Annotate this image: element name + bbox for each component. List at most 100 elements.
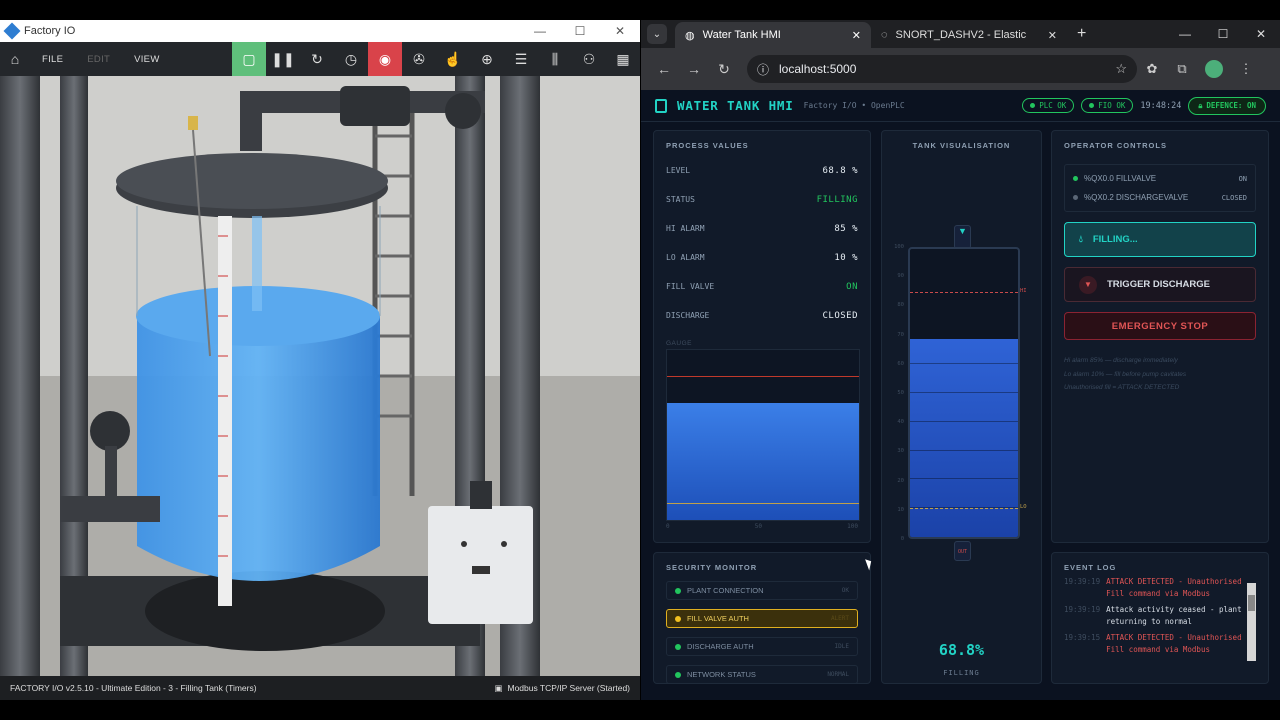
profile-avatar[interactable] xyxy=(1205,60,1223,78)
fio-menubar: ⌂ FILE EDIT VIEW ▢ ❚❚ ↻ ◷ ◉ ✇ ☝ ⊕ ☰ ⫼ ⚇ … xyxy=(0,42,640,76)
process-value-row: STATUS FILLING xyxy=(666,185,858,214)
event-log-entry: 19:39:19 ATTACK DETECTED - Unauthorised … xyxy=(1064,576,1244,600)
hmi-clock: 19:48:24 xyxy=(1140,100,1182,111)
event-log-scrollbar[interactable] xyxy=(1247,583,1256,661)
tank-band-line xyxy=(910,420,1018,422)
emergency-stop-button[interactable]: EMERGENCY STOP xyxy=(1064,312,1256,340)
3d-scene-viewport[interactable] xyxy=(0,76,640,696)
sensor-icon[interactable]: ✇ xyxy=(402,42,436,76)
note-line: Unauthorised fill = ATTACK DETECTED xyxy=(1064,384,1180,391)
fio-window-title: Factory IO xyxy=(24,25,76,37)
security-state: OK xyxy=(841,587,849,594)
process-value-label: FILL VALVE xyxy=(666,282,715,291)
tab-search-icon[interactable]: ⌄ xyxy=(647,24,667,44)
tab-water-tank-hmi[interactable]: ◍ Water Tank HMI ✕ xyxy=(675,22,871,48)
factory-io-logo-icon xyxy=(3,22,21,40)
kebab-menu-icon[interactable]: ⋮ xyxy=(1231,61,1261,77)
touch-icon[interactable]: ☝ xyxy=(436,42,470,76)
process-value-value: ON xyxy=(846,281,858,292)
tab-label: SNORT_DASHV2 - Elastic xyxy=(895,29,1027,41)
list-icon[interactable]: ☰ xyxy=(504,42,538,76)
people-icon[interactable]: ⚇ xyxy=(572,42,606,76)
tank-band-line xyxy=(910,363,1018,365)
menu-edit[interactable]: EDIT xyxy=(75,54,122,65)
note-line: Hi alarm 85% — discharge immediately xyxy=(1064,357,1178,364)
timer-icon[interactable]: ◷ xyxy=(334,42,368,76)
puzzle-icon[interactable]: ⧉ xyxy=(1167,61,1197,77)
discharge-button-label: TRIGGER DISCHARGE xyxy=(1107,279,1210,290)
tank-band-line xyxy=(910,449,1018,451)
drivers-icon[interactable]: ⫼ xyxy=(538,42,572,76)
tab-label: Water Tank HMI xyxy=(702,29,781,41)
address-bar[interactable]: ⓘ localhost:5000 ☆ xyxy=(747,55,1137,83)
maximize-icon[interactable]: ☐ xyxy=(1204,27,1242,48)
fio-titlebar: Factory IO — ☐ ✕ xyxy=(0,20,640,42)
process-values-panel: PROCESS VALUES LEVEL 68.8 % STATUS FILLING H… xyxy=(653,130,871,543)
tab-close-icon[interactable]: ✕ xyxy=(1048,29,1057,42)
process-value-row: FILL VALVE ON xyxy=(666,272,858,301)
status-dot xyxy=(675,587,681,594)
fill-button-label: FILLING... xyxy=(1092,234,1138,245)
new-tab-icon[interactable]: + xyxy=(1077,25,1086,43)
panel-title: TANK VISUALISATION xyxy=(912,141,1011,150)
trigger-discharge-button[interactable]: ▼ TRIGGER DISCHARGE xyxy=(1064,267,1256,302)
minimize-icon[interactable]: — xyxy=(520,24,560,38)
menu-view[interactable]: VIEW xyxy=(122,54,171,65)
home-icon[interactable]: ⌂ xyxy=(0,51,30,67)
tab-snort-dashboard[interactable]: ◌ SNORT_DASHV2 - Elastic ✕ xyxy=(871,22,1067,48)
discharge-arrow-icon: ▼ xyxy=(1079,275,1097,294)
reset-icon[interactable]: ↻ xyxy=(300,42,334,76)
tank-lo-line xyxy=(910,508,1018,510)
outlet-valve: OUT xyxy=(954,541,971,561)
target-icon[interactable]: ⊕ xyxy=(470,42,504,76)
security-monitor-panel: SECURITY MONITOR PLANT CONNECTION OK FIL… xyxy=(653,552,871,684)
minimize-icon[interactable]: — xyxy=(1166,27,1204,48)
defence-badge[interactable]: 🔒︎ DEFENCE: ON xyxy=(1188,96,1266,115)
event-text: ATTACK DETECTED - Unauthorised Fill comm… xyxy=(1106,577,1242,598)
status-dot xyxy=(1073,195,1078,200)
edit-mode-icon[interactable]: ▢ xyxy=(232,42,266,76)
reload-icon[interactable]: ↻ xyxy=(709,61,739,78)
coil-status-list: %QX0.0 FILLVALVE ON %QX0.2 DISCHARGEVALV… xyxy=(1064,164,1256,212)
security-row-network-status: NETWORK STATUS NORMAL xyxy=(666,665,858,683)
process-value-row: LO ALARM 10 % xyxy=(666,243,858,272)
process-value-value: 10 % xyxy=(834,252,858,263)
tank-lo-tag: LO xyxy=(1020,504,1027,511)
coil-label: %QX0.0 FILLVALVE xyxy=(1084,174,1157,183)
back-icon[interactable]: ← xyxy=(649,61,679,77)
security-label: PLANT CONNECTION xyxy=(687,586,764,595)
extension-icon[interactable]: ✿ xyxy=(1137,61,1167,77)
status-dot xyxy=(675,615,681,622)
event-time: 19:39:19 xyxy=(1064,577,1101,586)
site-info-icon[interactable]: ⓘ xyxy=(757,61,769,78)
pause-icon[interactable]: ❚❚ xyxy=(266,42,300,76)
tank-band-line xyxy=(910,392,1018,393)
scrollbar-thumb[interactable] xyxy=(1248,595,1255,611)
bookmark-star-icon[interactable]: ☆ xyxy=(1115,61,1127,77)
coil-label: %QX0.2 DISCHARGEVALVE xyxy=(1084,193,1189,202)
tank-scale-tick: 30 xyxy=(897,448,904,455)
fio-status-badge: FIO OK xyxy=(1081,98,1134,113)
fault-icon[interactable]: ◉ xyxy=(368,42,402,76)
menu-file[interactable]: FILE xyxy=(30,54,75,65)
process-value-label: HI ALARM xyxy=(666,224,705,233)
maximize-icon[interactable]: ☐ xyxy=(560,24,600,38)
gauge-hi-line xyxy=(667,375,859,377)
tank-visualisation-panel: TANK VISUALISATION 100 90 80 70 60 50 40 30 20 10… xyxy=(881,130,1042,684)
grid-icon[interactable]: ▦ xyxy=(606,42,640,76)
tab-close-icon[interactable]: ✕ xyxy=(852,29,861,42)
fill-button[interactable]: 💧︎ FILLING... xyxy=(1064,222,1256,257)
gauge-axis-min: 0 xyxy=(666,523,670,530)
tank-scale-tick: 90 xyxy=(897,273,904,280)
close-icon[interactable]: ✕ xyxy=(600,24,640,38)
tank-scale-tick: 60 xyxy=(897,360,904,367)
hmi-header: WATER TANK HMI Factory I/O • OpenPLC PLC… xyxy=(641,90,1280,122)
process-value-value: 68.8 % xyxy=(822,165,858,176)
level-gauge xyxy=(666,349,860,521)
fio-statusbar: FACTORY I/O v2.5.10 - Ultimate Edition -… xyxy=(0,676,640,700)
tank-status-readout: FILLING xyxy=(943,669,980,677)
browser-toolbar: ← → ↻ ⓘ localhost:5000 ☆ ✿ ⧉ ⋮ xyxy=(641,48,1280,90)
forward-icon[interactable]: → xyxy=(679,61,709,77)
gauge-axis-max: 100 xyxy=(847,523,858,530)
close-icon[interactable]: ✕ xyxy=(1242,27,1280,48)
